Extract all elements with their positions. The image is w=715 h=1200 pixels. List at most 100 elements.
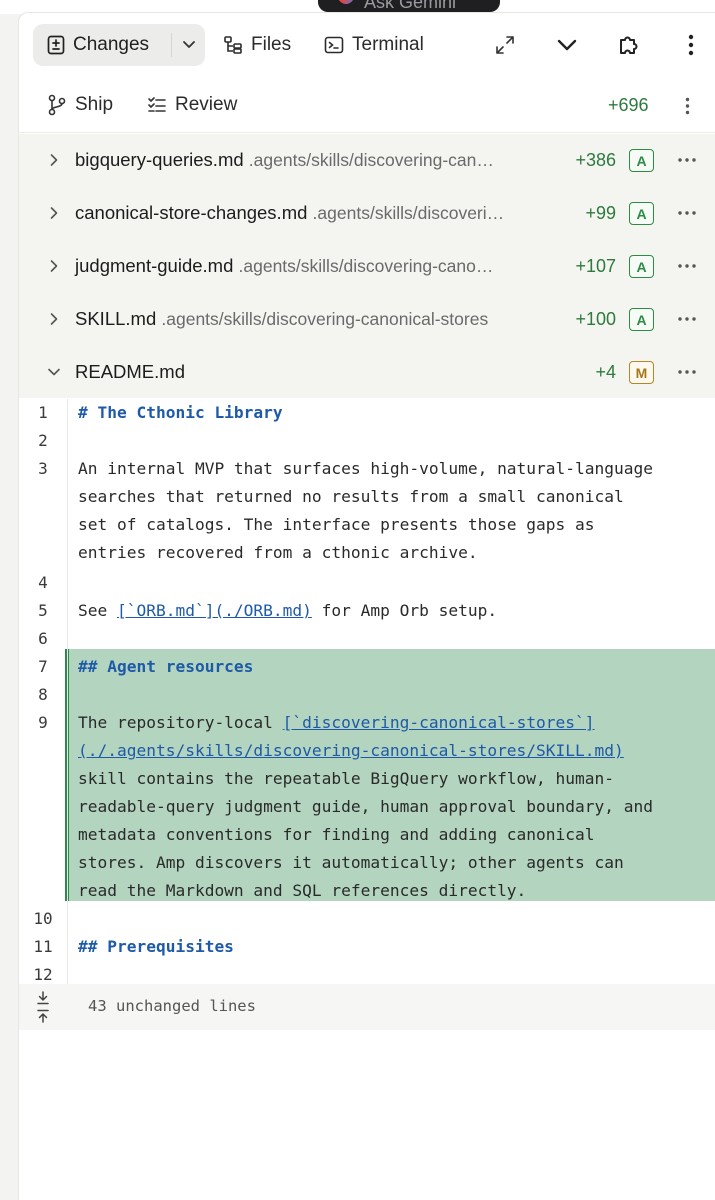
file-name: README.md [75,361,185,383]
file-path: .agents/skills/discoveri… [312,203,505,223]
ask-gemini-label: Ask Gemini [364,0,457,12]
file-more-button[interactable] [675,150,699,170]
status-badge: A [629,308,654,331]
code-text-segment: The repository-local [78,713,283,732]
markdown-heading: ## Agent resources [78,657,254,676]
subbar-more-button[interactable] [677,95,697,117]
line-number: 6 [38,629,48,648]
file-additions: +4 [595,362,616,382]
status-badge: M [629,361,654,384]
extensions-button[interactable] [615,31,643,59]
changes-dropdown-button[interactable] [177,24,201,66]
markdown-link[interactable]: [`ORB.md`](./ORB.md) [117,601,312,620]
file-row[interactable]: canonical-store-changes.md .agents/skill… [19,187,715,240]
unchanged-lines-expander[interactable]: 43 unchanged lines [19,984,715,1030]
file-more-button[interactable] [675,362,699,382]
file-additions: +386 [575,150,616,170]
file-row[interactable]: bigquery-queries.md .agents/skills/disco… [19,134,715,187]
code-text-segment: for Amp Orb setup. [311,601,498,620]
chevron-right-icon[interactable] [45,256,63,276]
kebab-horizontal-icon [678,211,696,215]
code-line: The repository-local [`discovering-canon… [19,709,715,737]
chevron-down-icon[interactable] [45,362,63,382]
checklist-icon [148,97,166,112]
code-line: See [`ORB.md`](./ORB.md) for Amp Orb set… [19,597,715,625]
file-tree-icon [224,36,242,54]
code-line: searches that returned no results from a… [19,483,715,511]
chevron-right-icon[interactable] [45,150,63,170]
more-options-button[interactable] [677,31,705,59]
code-line: set of catalogs. The interface presents … [19,511,715,539]
file-name: judgment-guide.md .agents/skills/discove… [75,255,493,277]
kebab-vertical-icon [685,97,689,115]
file-row-expanded[interactable]: README.md +4 M [19,346,715,399]
changes-panel: Changes Files Terminal Ship Review +696 … [18,12,715,1200]
file-more-button[interactable] [675,256,699,276]
status-badge: A [629,202,654,225]
file-path: .agents/skills/discovering-can… [248,150,494,170]
file-more-button[interactable] [675,309,699,329]
gemini-icon [338,0,354,4]
code-text: metadata conventions for finding and add… [78,825,595,844]
file-path: .agents/skills/discovering-canonical-sto… [161,309,489,329]
kebab-horizontal-icon [678,264,696,268]
tab-changes[interactable]: Changes [47,24,149,66]
tab-files-label: Files [251,34,292,55]
expand-lines-controls[interactable] [19,984,67,1030]
code-line: readable-query judgment guide, human app… [19,793,715,821]
file-name-text: judgment-guide.md [75,255,234,276]
code-line: stores. Amp discovers it automatically; … [19,849,715,877]
tab-changes-label: Changes [73,34,150,55]
tab-files[interactable]: Files [223,24,291,66]
expand-button[interactable] [491,31,519,59]
ship-label: Ship [75,94,114,115]
code-line: ## Agent resources [19,653,715,681]
tab-terminal-label: Terminal [352,34,424,55]
code-text-segment: See [78,601,117,620]
code-line: entries recovered from a cthonic archive… [19,539,715,567]
tab-terminal[interactable]: Terminal [324,24,424,66]
file-name: bigquery-queries.md .agents/skills/disco… [75,149,494,171]
puzzle-icon [620,36,638,54]
status-badge: A [629,149,654,172]
code-text: skill contains the repeatable BigQuery w… [78,769,615,788]
ship-button[interactable]: Ship [47,91,113,119]
chevron-right-icon[interactable] [45,203,63,223]
line-number: 4 [38,573,48,592]
kebab-horizontal-icon [678,317,696,321]
chevron-right-icon[interactable] [45,309,63,329]
markdown-link[interactable]: (./.agents/skills/discovering-canonical-… [78,737,624,765]
file-name-text: README.md [75,361,185,382]
code-line: # The Cthonic Library [19,399,715,427]
chevron-down-icon [183,41,195,48]
code-text: The repository-local [`discovering-canon… [78,709,595,737]
unchanged-lines-label: 43 unchanged lines [88,997,256,1015]
terminal-icon [324,36,344,54]
code-text: set of catalogs. The interface presents … [78,515,595,534]
review-button[interactable]: Review [147,91,237,119]
review-label: Review [175,94,238,115]
code-text: An internal MVP that surfaces high-volum… [78,459,653,478]
file-name-text: bigquery-queries.md [75,149,244,170]
ship-review-bar: Ship Review +696 [19,77,715,133]
file-name: SKILL.md .agents/skills/discovering-cano… [75,308,488,330]
file-name-text: canonical-store-changes.md [75,202,308,223]
expand-arrows-icon [496,36,514,54]
ask-gemini-pill[interactable]: Ask Gemini [318,0,500,12]
git-branch-icon [48,94,66,116]
total-additions: +696 [608,95,649,115]
file-row[interactable]: SKILL.md .agents/skills/discovering-cano… [19,293,715,346]
code-text: stores. Amp discovers it automatically; … [78,853,624,872]
code-line: read the Markdown and SQL references dir… [19,877,715,905]
file-row[interactable]: judgment-guide.md .agents/skills/discove… [19,240,715,293]
line-number: 10 [33,909,53,928]
markdown-link[interactable]: [`discovering-canonical-stores`] [283,713,595,732]
expand-up-icon [37,1009,49,1023]
segment-divider [171,33,172,57]
collapse-all-button[interactable] [553,31,581,59]
code-text: entries recovered from a cthonic archive… [78,543,478,562]
code-line: ## Prerequisites [19,933,715,961]
file-more-button[interactable] [675,203,699,223]
markdown-heading: ## Prerequisites [78,937,234,956]
code-line: An internal MVP that surfaces high-volum… [19,455,715,483]
